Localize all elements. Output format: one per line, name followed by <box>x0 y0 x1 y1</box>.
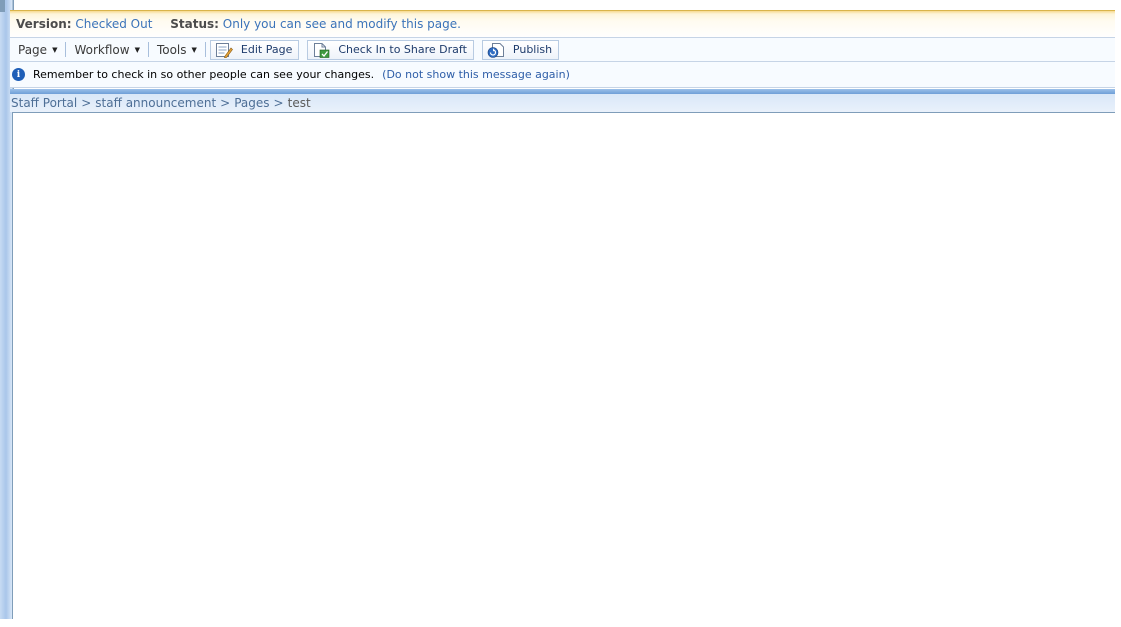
breadcrumb-current-page: test <box>287 96 311 110</box>
publish-button[interactable]: Publish <box>481 39 560 60</box>
toolbar-separator <box>147 42 149 57</box>
check-in-label: Check In to Share Draft <box>338 43 467 56</box>
version-status-bar: Version: Checked Out Status: Only you ca… <box>10 10 1115 37</box>
breadcrumb-item-staff-announcement[interactable]: staff announcement <box>95 96 216 110</box>
info-icon: i <box>12 68 25 81</box>
workflow-menu[interactable]: Workflow ▼ <box>70 41 144 58</box>
workflow-menu-label: Workflow <box>74 42 130 57</box>
breadcrumb-separator: > <box>220 96 231 110</box>
tools-menu[interactable]: Tools ▼ <box>153 41 201 58</box>
publish-label: Publish <box>512 43 553 56</box>
toolbar-separator <box>65 42 67 57</box>
chevron-down-icon: ▼ <box>191 45 197 54</box>
page-editing-console: Version: Checked Out Status: Only you ca… <box>10 10 1115 88</box>
console-toolbar: Page ▼ Workflow ▼ Tools ▼ Edit Page Chec… <box>10 37 1115 62</box>
dismiss-message-link[interactable]: (Do not show this message again) <box>382 68 570 81</box>
page-menu[interactable]: Page ▼ <box>14 41 61 58</box>
page-content-area <box>12 112 1115 619</box>
chevron-down-icon: ▼ <box>134 45 140 54</box>
edit-page-label: Edit Page <box>240 43 293 56</box>
edit-page-button[interactable]: Edit Page <box>209 39 300 60</box>
info-message-bar: i Remember to check in so other people c… <box>10 62 1115 88</box>
breadcrumb-separator: > <box>273 96 284 110</box>
publish-icon <box>487 42 505 58</box>
version-value: Checked Out <box>75 17 153 31</box>
breadcrumb-separator: > <box>81 96 92 110</box>
status-label: Status: <box>170 17 219 31</box>
version-label: Version: <box>16 17 72 31</box>
breadcrumb-item-staff-portal[interactable]: Staff Portal <box>11 96 77 110</box>
info-message: Remember to check in so other people can… <box>33 68 375 81</box>
tools-menu-label: Tools <box>156 42 187 57</box>
breadcrumb-item-pages[interactable]: Pages <box>234 96 269 110</box>
toolbar-separator <box>204 42 206 57</box>
page: Version: Checked Out Status: Only you ca… <box>0 0 1121 627</box>
chevron-down-icon: ▼ <box>52 45 58 54</box>
check-in-icon <box>312 42 330 58</box>
check-in-button[interactable]: Check In to Share Draft <box>307 39 474 60</box>
left-frame-corner <box>0 0 5 12</box>
breadcrumb: Staff Portal > staff announcement > Pages > te… <box>10 94 1115 112</box>
page-menu-label: Page <box>18 42 48 57</box>
edit-page-icon <box>215 42 233 58</box>
status-value: Only you can see and modify this page. <box>222 17 461 31</box>
top-border <box>0 0 1115 1</box>
